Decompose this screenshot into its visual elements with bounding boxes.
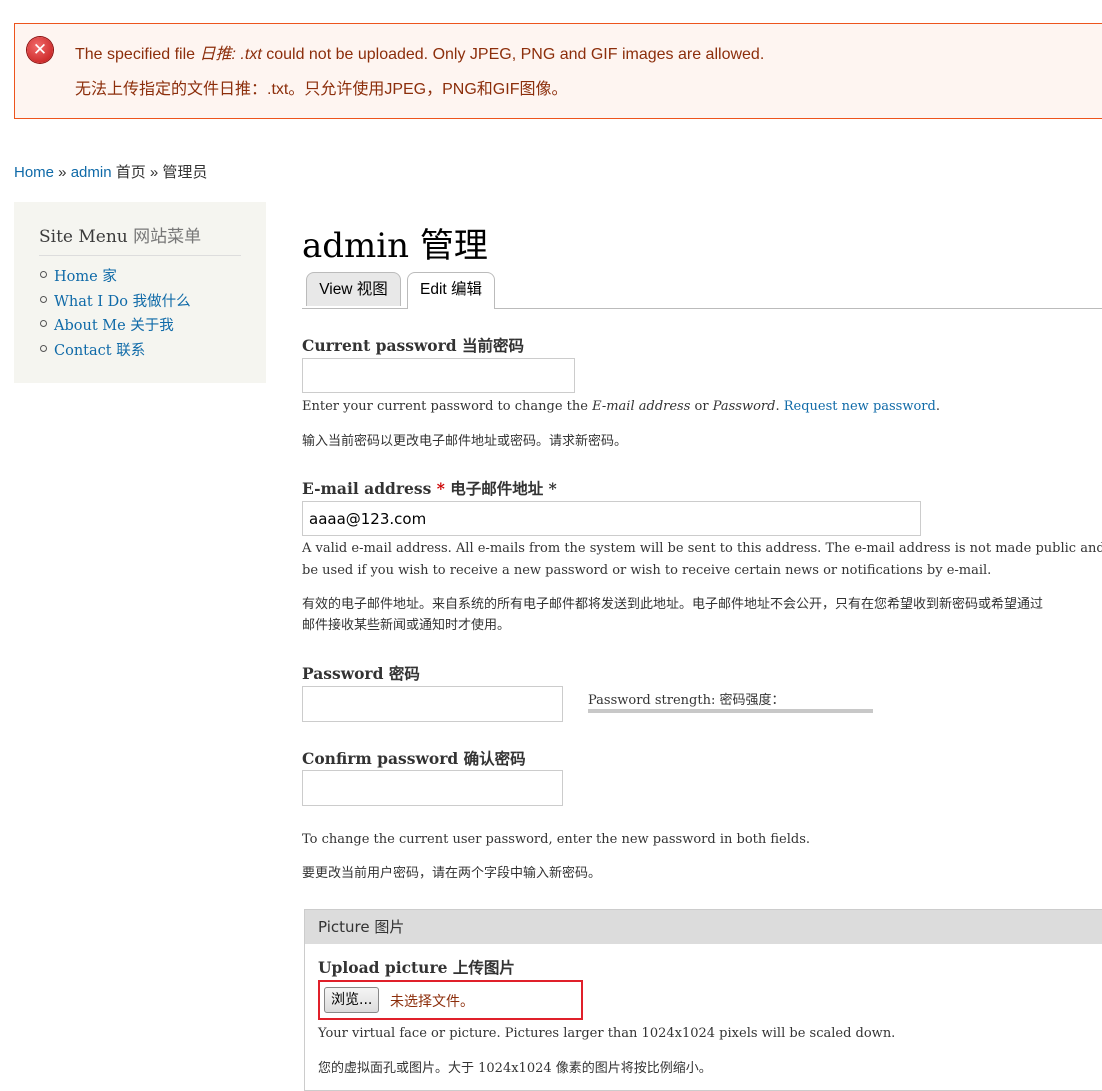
password-strength-label: Password strength: 密码强度： (588, 693, 785, 708)
password-hint: To change the current user password, ent… (302, 832, 811, 847)
menu-link-home[interactable]: Home 家 (54, 269, 117, 285)
tab-edit[interactable]: Edit 编辑 (407, 272, 495, 309)
current-password-label: Current password 当前密码 (302, 336, 525, 355)
error-text-en: The specified file 日推: .txt could not be… (75, 46, 765, 63)
sidebar: Site Menu 网站菜单 Home 家 What I Do 我做什么 Abo… (14, 202, 266, 383)
current-password-field[interactable] (302, 358, 575, 393)
tab-view[interactable]: View 视图 (306, 272, 401, 306)
breadcrumb: Home » admin 首页 » 管理员 (14, 164, 208, 181)
site-menu: Home 家 What I Do 我做什么 About Me 关于我 Conta… (39, 265, 191, 364)
error-message: ✕ The specified file 日推: .txt could not … (14, 23, 1102, 119)
confirm-password-field[interactable] (302, 770, 563, 806)
error-text-cn: 无法上传指定的文件日推：.txt。只允许使用JPEG，PNG和GIF图像。 (75, 81, 568, 98)
email-desc-line2: be used if you wish to receive a new pas… (302, 563, 992, 578)
password-strength-bar (588, 709, 873, 713)
menu-link-what-i-do[interactable]: What I Do 我做什么 (54, 294, 191, 310)
menu-link-contact[interactable]: Contact 联系 (54, 343, 145, 359)
email-desc-line1: A valid e-mail address. All e-mails from… (302, 541, 1102, 556)
breadcrumb-home-link[interactable]: Home (14, 164, 54, 181)
email-desc-cn-line1: 有效的电子邮件地址。来自系统的所有电子邮件都将发送到此地址。电子邮件地址不会公开… (302, 597, 1044, 612)
no-file-selected-text: 未选择文件。 (390, 994, 474, 1010)
picture-desc-cn: 您的虚拟面孔或图片。大于 1024x1024 像素的图片将按比例缩小。 (318, 1061, 712, 1076)
current-password-desc-cn: 输入当前密码以更改电子邮件地址或密码。请求新密码。 (302, 434, 628, 449)
page-title: admin 管理 (302, 226, 488, 266)
menu-link-about-me[interactable]: About Me 关于我 (54, 318, 174, 334)
menu-item-what-i-do[interactable]: What I Do 我做什么 (39, 290, 191, 315)
picture-legend: Picture 图片 (305, 910, 1102, 944)
confirm-password-label: Confirm password 确认密码 (302, 749, 526, 768)
menu-item-home[interactable]: Home 家 (39, 265, 191, 290)
current-password-desc: Enter your current password to change th… (302, 399, 940, 414)
email-label: E-mail address * 电子邮件地址 * (302, 479, 557, 498)
email-field[interactable] (302, 501, 921, 536)
upload-picture-control: 浏览... 未选择文件。 (318, 980, 583, 1020)
request-new-password-link[interactable]: Request new password (784, 399, 936, 414)
menu-item-contact[interactable]: Contact 联系 (39, 339, 191, 364)
menu-item-about-me[interactable]: About Me 关于我 (39, 314, 191, 339)
password-hint-cn: 要更改当前用户密码，请在两个字段中输入新密码。 (302, 866, 602, 881)
password-field[interactable] (302, 686, 563, 722)
browse-button[interactable]: 浏览... (324, 987, 380, 1013)
upload-picture-label: Upload picture 上传图片 (318, 958, 515, 977)
breadcrumb-admin-link[interactable]: admin (71, 164, 112, 181)
error-x-icon: ✕ (27, 37, 53, 63)
email-desc-cn-line2: 邮件接收某些新闻或通知时才使用。 (302, 618, 511, 633)
breadcrumb-current: 管理员 (162, 164, 208, 181)
picture-fieldset: Picture 图片 Upload picture 上传图片 浏览... 未选择… (304, 909, 1102, 1091)
sidebar-title: Site Menu 网站菜单 (39, 222, 241, 256)
tabs: View 视图 Edit 编辑 (302, 272, 1102, 309)
password-label: Password 密码 (302, 664, 420, 683)
picture-desc: Your virtual face or picture. Pictures l… (318, 1026, 896, 1041)
